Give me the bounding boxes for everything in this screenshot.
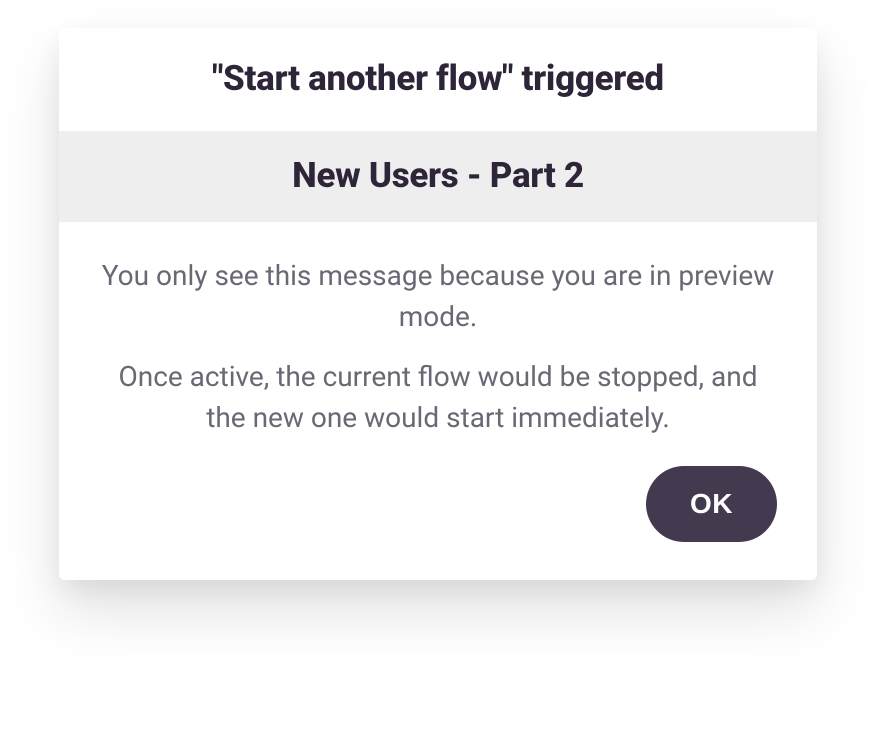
ok-button[interactable]: OK: [646, 466, 777, 542]
modal-title: "Start another flow" triggered: [79, 58, 797, 99]
modal-body-text-2: Once active, the current flow would be s…: [99, 357, 777, 438]
modal-header: "Start another flow" triggered: [59, 28, 817, 131]
modal-footer: OK: [99, 438, 777, 542]
modal-subheader: New Users - Part 2: [59, 131, 817, 222]
dialog-modal: "Start another flow" triggered New Users…: [59, 28, 817, 580]
modal-body-text-1: You only see this message because you ar…: [99, 256, 777, 337]
modal-subtitle: New Users - Part 2: [79, 155, 797, 196]
modal-body: You only see this message because you ar…: [59, 222, 817, 580]
